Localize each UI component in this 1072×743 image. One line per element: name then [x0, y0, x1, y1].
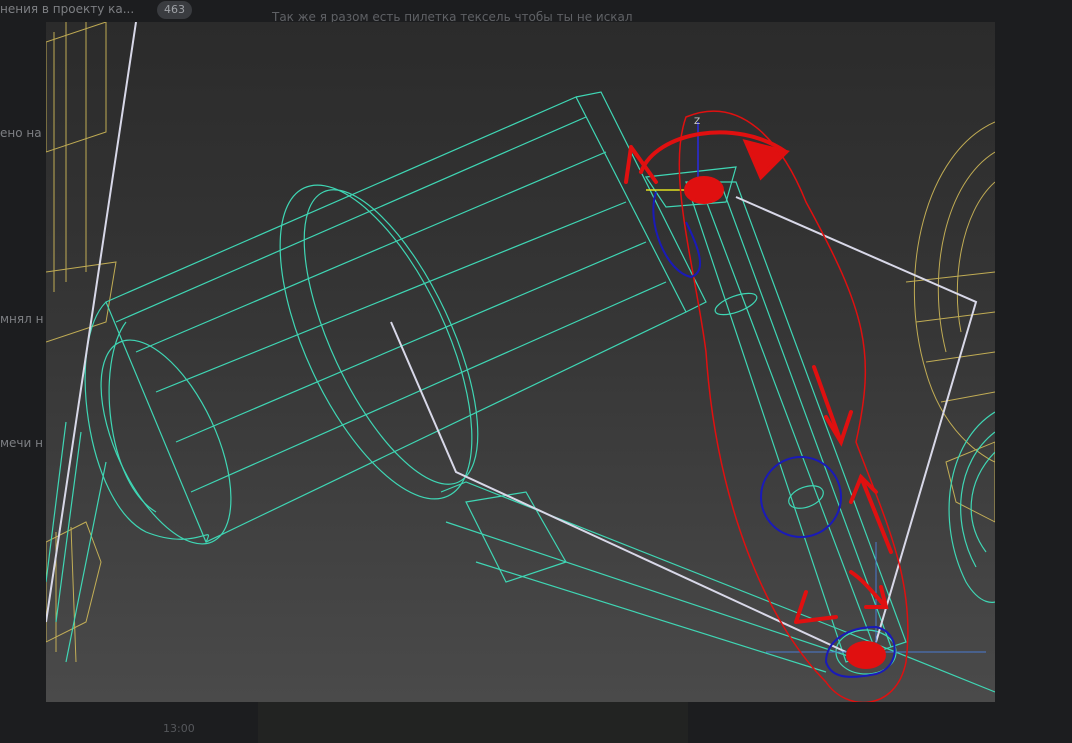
- sidebar-item-fragment-1[interactable]: ено на: [0, 126, 42, 140]
- wireframe-scene: Z: [46, 22, 995, 702]
- cyan-wire-mechanism: [46, 91, 995, 693]
- gizmo-axis-label: Z: [694, 117, 700, 127]
- unread-badge: 463: [157, 1, 192, 19]
- sidebar-item-fragment-3[interactable]: мечи н: [0, 436, 43, 450]
- white-rig-lines: [46, 22, 978, 653]
- chat-title-fragment: нения в проекту ка...: [0, 2, 135, 16]
- image-preview-strip: [258, 702, 688, 743]
- yellow-wire-mesh-right: [905, 121, 995, 523]
- yellow-wire-mesh-left: [46, 22, 117, 663]
- sidebar-item-fragment-2[interactable]: мнял н: [0, 312, 43, 326]
- 3d-viewport-screenshot[interactable]: Z: [46, 22, 995, 702]
- message-timestamp: 13:00: [163, 722, 195, 735]
